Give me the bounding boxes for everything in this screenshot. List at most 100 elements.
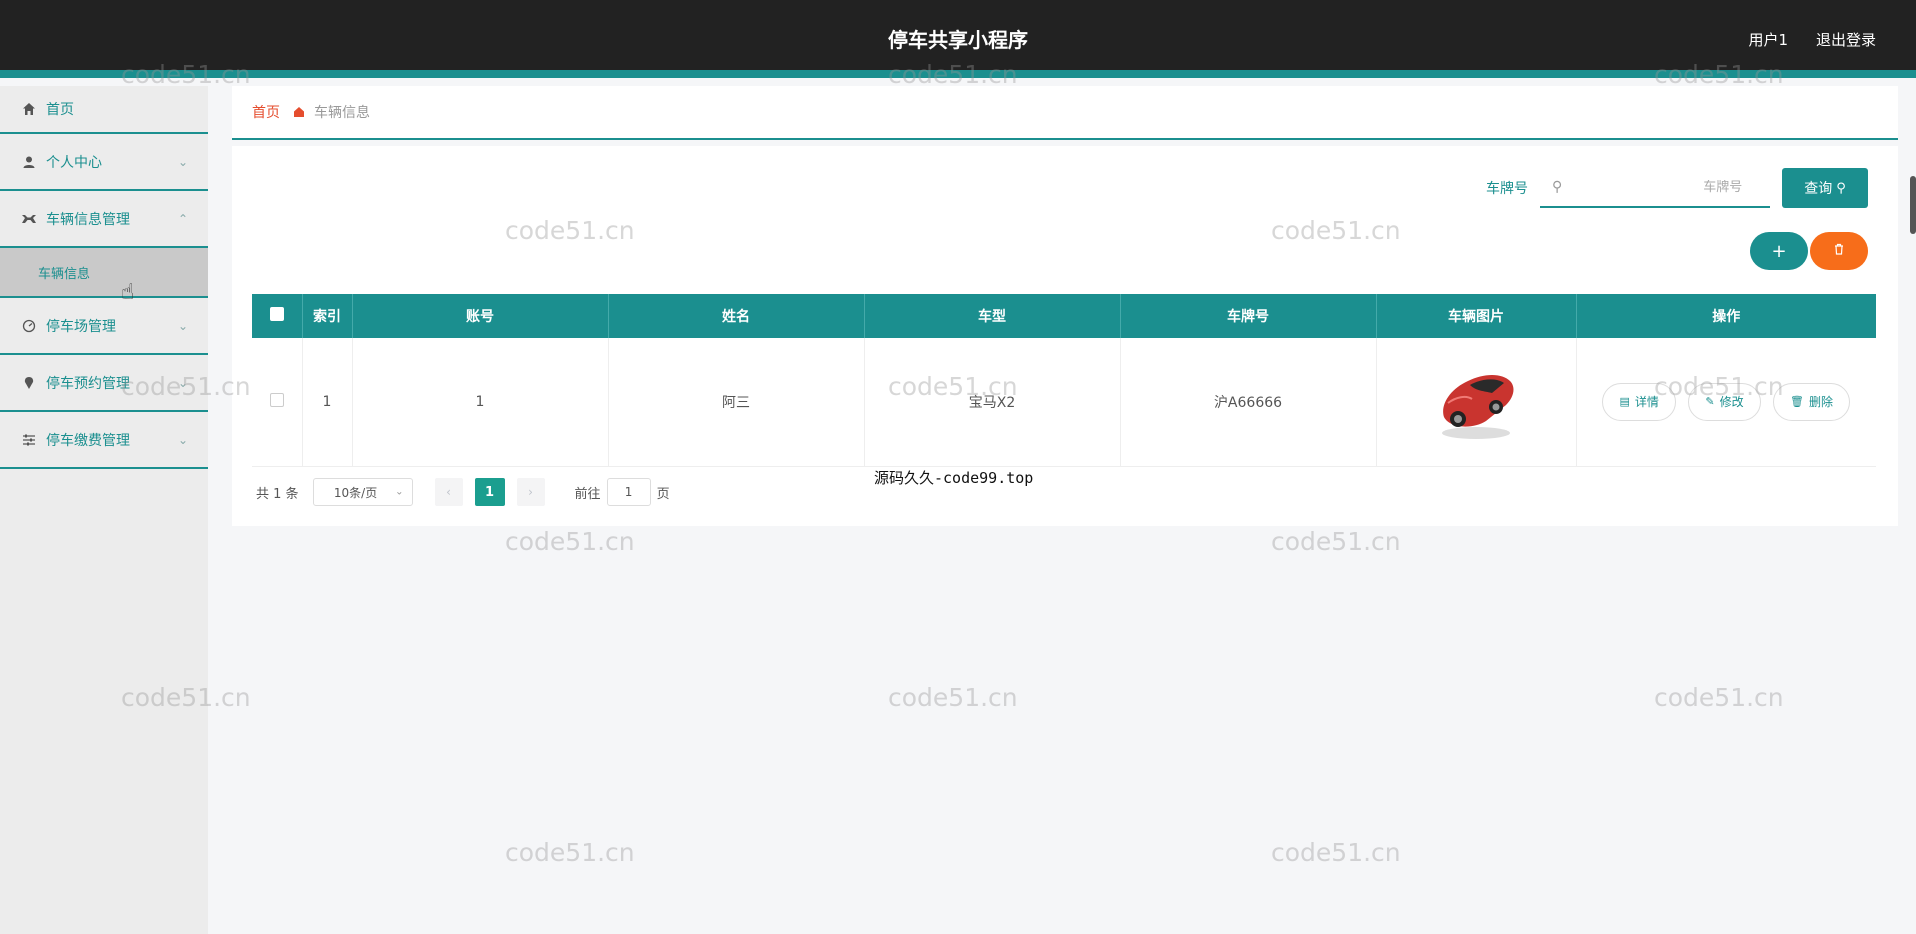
search-box: ⚲ [1540,168,1770,208]
car-icon [20,210,38,228]
chevron-up-icon: ⌃ [177,211,188,226]
sidebar-item-reservation[interactable]: 停车预约管理 ⌄ [0,355,208,412]
chevron-left-icon: ‹ [446,485,451,499]
breadcrumb-home[interactable]: 首页 [252,102,280,122]
sidebar-item-profile[interactable]: 个人中心 ⌄ [0,134,208,191]
sidebar-subitem-label: 车辆信息 [38,266,91,282]
detail-button[interactable]: ▤ 详情 [1602,382,1676,421]
row-checkbox[interactable] [269,392,284,407]
sidebar-item-label: 首页 [46,102,74,118]
column-header[interactable]: 车牌号 [1120,294,1377,338]
hand-cursor-icon: ☝ [121,280,135,305]
search-input[interactable] [1562,179,1743,195]
sidebar-subitem-vehicle-info[interactable]: 车辆信息 [0,248,208,298]
column-header[interactable]: 车型 [864,294,1121,338]
column-header[interactable]: 账号 [352,294,609,338]
goto-label: 前往 [574,486,601,502]
account-cell: 1 [352,338,609,467]
app-title: 停车共享小程序 [888,28,1028,52]
chevron-down-icon: ⌄ [177,375,188,390]
column-header[interactable]: 姓名 [608,294,865,338]
add-button-label: + [1771,240,1787,262]
search-icon: ⚲ [1836,180,1846,196]
delete-button[interactable]: 🗑 删除 [1773,382,1851,421]
table-header-row: 索引 账号 姓名 车型 车牌号 车辆图片 操作 [252,294,1876,338]
sidebar-item-label: 车辆信息管理 [46,211,130,228]
page-size-value: 10条/页 [333,485,378,500]
user-icon [20,153,38,171]
ops-cell: ▤ 详情 ✎ 修改 🗑 删除 [1576,338,1876,467]
vehicle-table: 索引 账号 姓名 车型 车牌号 车辆图片 操作 1 1 阿三 宝马X2 沪A66… [252,294,1876,467]
goto-page-input[interactable] [606,478,651,506]
delete-button-label: 删除 [1809,395,1834,410]
select-all-cell [252,294,303,338]
scrollbar-thumb[interactable] [1910,176,1916,234]
edit-icon: ✎ [1705,395,1715,409]
page-suffix: 页 [656,486,670,502]
prev-page-button[interactable]: ‹ [434,478,463,506]
breadcrumb: 首页 车辆信息 [232,86,1898,140]
main-content: 车牌号 ⚲ 查询 ⚲ + 索引 账号 姓名 车型 车牌号 车辆图片 操作 [232,146,1898,526]
trash-icon: 🗑 [1790,395,1804,409]
column-header[interactable]: 索引 [302,294,353,338]
watermark: code51.cn [505,527,635,556]
logout-link[interactable]: 退出登录 [1816,29,1876,50]
next-page-button[interactable]: › [516,478,545,506]
page-number-current[interactable]: 1 [474,478,505,506]
breadcrumb-current: 车辆信息 [314,105,370,121]
query-button[interactable]: 查询 ⚲ [1782,168,1868,208]
sliders-icon [20,431,38,449]
add-button[interactable]: + [1750,232,1808,270]
sidebar-item-home[interactable]: 首页 [0,86,208,134]
car-image[interactable] [1426,355,1526,449]
sidebar: 首页 个人中心 ⌄ 车辆信息管理 ⌃ 车辆信息 停车场管理 ⌄ 停车预约管理 ⌄ [0,86,208,934]
home-icon [20,100,38,118]
image-cell [1376,338,1577,467]
document-icon: ▤ [1619,395,1630,409]
sidebar-item-label: 停车场管理 [46,318,116,335]
edit-button[interactable]: ✎ 修改 [1688,382,1761,421]
home-icon [290,103,308,121]
batch-delete-button[interactable] [1810,232,1868,270]
sidebar-item-label: 停车缴费管理 [46,432,130,449]
user-name[interactable]: 用户1 [1748,29,1788,50]
search-bar: 车牌号 ⚲ 查询 ⚲ [1486,168,1868,208]
chevron-down-icon: ⌄ [177,432,188,447]
page-size-select[interactable]: 10条/页 ⌄ [312,478,413,506]
index-cell: 1 [302,338,353,467]
chevron-down-icon: ⌄ [395,486,404,498]
sidebar-item-label: 停车预约管理 [46,375,130,392]
trash-icon [1833,243,1845,259]
watermark: code51.cn [1271,838,1401,867]
watermark: code51.cn [1271,527,1401,556]
pin-icon [20,374,38,392]
plate-cell: 沪A66666 [1120,338,1377,467]
watermark: code51.cn [1654,683,1784,712]
chevron-down-icon: ⌄ [177,154,188,169]
detail-button-label: 详情 [1634,395,1659,410]
search-label: 车牌号 [1486,181,1528,197]
chevron-right-icon: › [528,485,533,499]
sidebar-item-parking-lot[interactable]: 停车场管理 ⌄ [0,298,208,355]
table-row: 1 1 阿三 宝马X2 沪A66666 ▤ 详情 ✎ 修改 🗑 删除 [252,338,1876,467]
model-cell: 宝马X2 [864,338,1121,467]
pagination: 共 1 条 10条/页 ⌄ ‹ 1 › 前往 页 [256,478,670,506]
watermark: code51.cn [505,838,635,867]
chevron-down-icon: ⌄ [177,318,188,333]
sidebar-item-vehicle-mgmt[interactable]: 车辆信息管理 ⌃ [0,191,208,248]
watermark: code51.cn [888,683,1018,712]
top-header: 停车共享小程序 用户1 退出登录 [0,0,1916,78]
sidebar-item-payment[interactable]: 停车缴费管理 ⌄ [0,412,208,469]
sidebar-item-label: 个人中心 [46,154,102,171]
pagination-total: 共 1 条 [256,486,299,502]
column-header: 操作 [1576,294,1876,338]
column-header[interactable]: 车辆图片 [1376,294,1577,338]
edit-button-label: 修改 [1719,395,1744,410]
select-all-checkbox[interactable] [269,307,284,321]
gauge-icon [20,317,38,335]
overlay-caption: 源码久久-code99.top [874,469,1034,487]
query-button-label: 查询 [1804,181,1833,197]
row-select-cell [252,338,303,467]
search-icon: ⚲ [1552,179,1563,195]
name-cell: 阿三 [608,338,865,467]
